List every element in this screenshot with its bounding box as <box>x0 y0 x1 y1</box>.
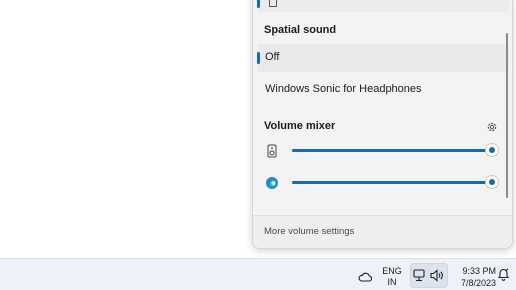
slider-thumb[interactable] <box>486 176 498 188</box>
gear-icon[interactable] <box>486 121 498 136</box>
network-icon <box>413 269 426 287</box>
clock-date: 7/8/2023 <box>460 278 496 288</box>
mixer-row-edge <box>265 175 498 193</box>
speaker-device-icon <box>269 0 277 7</box>
notification-bell-icon[interactable] <box>497 268 510 286</box>
spatial-option-label: Windows Sonic for Headphones <box>265 83 422 95</box>
quick-settings-flyout: Spatial sound Off Windows Sonic for Head… <box>252 0 513 249</box>
taskbar-clock[interactable]: 9:33 PM 7/8/2023 <box>452 265 496 289</box>
system-tray-group[interactable] <box>410 263 448 288</box>
spatial-option-label: Off <box>265 51 280 63</box>
volume-mixer-title: Volume mixer <box>264 120 336 132</box>
mixer-row-system-sounds <box>265 143 498 161</box>
more-volume-settings-link[interactable]: More volume settings <box>264 226 354 237</box>
volume-icon <box>430 269 444 287</box>
spatial-sound-title: Spatial sound <box>264 24 337 36</box>
language-indicator[interactable]: ENG IN <box>378 266 406 288</box>
selection-indicator <box>257 0 260 8</box>
flyout-scrollbar[interactable] <box>506 33 508 198</box>
edge-icon <box>265 176 279 190</box>
spatial-option-off[interactable]: Off <box>257 44 509 72</box>
slider-thumb[interactable] <box>486 144 498 156</box>
system-sounds-volume-slider[interactable] <box>292 144 498 156</box>
slider-fill <box>292 181 492 184</box>
edge-volume-slider[interactable] <box>292 176 498 188</box>
speaker-icon <box>265 144 279 158</box>
language-code: ENG <box>382 266 402 276</box>
clock-time: 9:33 PM <box>462 266 496 276</box>
audio-device-item[interactable] <box>257 0 509 12</box>
onedrive-cloud-icon[interactable] <box>358 269 373 287</box>
spatial-option-windows-sonic[interactable]: Windows Sonic for Headphones <box>257 76 509 104</box>
region-code: IN <box>387 277 397 287</box>
selection-indicator <box>257 52 260 64</box>
taskbar: ENG IN 9:33 PM 7/8/2023 <box>0 258 516 290</box>
flyout-footer: More volume settings <box>253 215 512 248</box>
slider-fill <box>292 149 492 152</box>
